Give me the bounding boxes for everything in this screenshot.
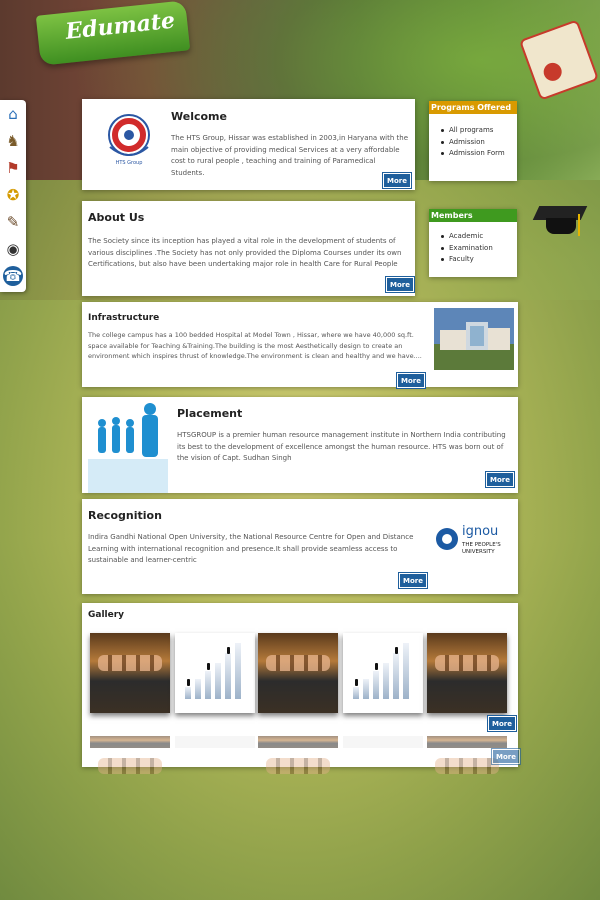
team-silhouette-image [88, 403, 168, 493]
award-icon[interactable]: ✪ [3, 185, 23, 205]
site-logo-text: Edumate [64, 7, 177, 45]
hts-group-logo: HTS Group [108, 114, 150, 166]
members-list: Academic Examination Faculty [441, 231, 493, 266]
gallery-reflection [258, 736, 338, 774]
gallery-photo-growth-chart-2[interactable] [343, 633, 423, 713]
gallery-title: Gallery [88, 610, 125, 620]
member-link-academic[interactable]: Academic [441, 231, 493, 243]
about-panel: About Us The Society since its inception… [82, 201, 415, 296]
program-link-admission[interactable]: Admission [441, 137, 505, 149]
ignou-logo: ignou THE PEOPLE'S UNIVERSITY [436, 524, 501, 555]
recognition-title: Recognition [88, 509, 162, 522]
gallery-panel: Gallery More More [82, 603, 520, 774]
member-link-faculty[interactable]: Faculty [441, 254, 493, 266]
clipboard-icon[interactable]: ✎ [3, 212, 23, 232]
infrastructure-panel: Infrastructure The college campus has a … [82, 302, 518, 388]
horse-icon[interactable]: ♞ [3, 131, 23, 151]
graduation-cap-image [530, 200, 590, 242]
placement-text: HTSGROUP is a premier human resource man… [177, 431, 506, 462]
gallery-photo-growth-chart-1[interactable] [175, 633, 255, 713]
gallery-photo-graduates-2[interactable] [258, 633, 338, 713]
recognition-more-button[interactable]: More [399, 573, 427, 588]
about-more-button[interactable]: More [386, 277, 414, 292]
side-icon-bar: ⌂ ♞ ⚑ ✪ ✎ ◉ ☎ [0, 100, 26, 292]
members-title: Members [429, 209, 517, 222]
welcome-more-button[interactable]: More [383, 173, 411, 188]
programs-offered-box: Programs Offered All programs Admission … [429, 101, 517, 181]
home-icon[interactable]: ⌂ [3, 104, 23, 124]
programs-offered-title: Programs Offered [429, 101, 517, 114]
gallery-reflection [427, 736, 507, 774]
placement-more-button[interactable]: More [486, 472, 514, 487]
gallery-reflection [90, 736, 170, 774]
about-text: The Society since its inception has play… [88, 237, 402, 268]
welcome-text: The HTS Group, Hissar was established in… [171, 134, 409, 177]
members-box: Members Academic Examination Faculty [429, 209, 517, 277]
placement-panel: Placement HTSGROUP is a premier human re… [82, 397, 518, 493]
infrastructure-more-button[interactable]: More [397, 373, 425, 388]
camera-icon[interactable]: ◉ [3, 239, 23, 259]
infrastructure-text: The college campus has a 100 bedded Hosp… [88, 331, 422, 360]
recognition-panel: Recognition Indira Gandhi National Open … [82, 499, 518, 594]
about-title: About Us [88, 211, 145, 224]
ignou-logo-text: ignou [462, 524, 498, 539]
gallery-photo-graduates-1[interactable] [90, 633, 170, 713]
program-link-admission-form[interactable]: Admission Form [441, 148, 505, 160]
running-icon[interactable]: ⚑ [3, 158, 23, 178]
hts-logo-caption: HTS Group [116, 160, 143, 166]
ignou-tagline-2: UNIVERSITY [462, 549, 495, 555]
programs-list: All programs Admission Admission Form [441, 125, 505, 160]
program-link-all[interactable]: All programs [441, 125, 505, 137]
ignou-tagline-1: THE PEOPLE'S [461, 542, 501, 548]
placement-title: Placement [177, 407, 243, 420]
campus-building-photo [434, 308, 514, 370]
gallery-reflection [343, 736, 423, 748]
gallery-more-button[interactable]: More [488, 716, 516, 731]
welcome-panel: HTS Group Welcome The HTS Group, Hissar … [82, 99, 415, 190]
welcome-title: Welcome [171, 110, 227, 123]
gallery-more-reflection: More [492, 749, 520, 764]
infrastructure-title: Infrastructure [88, 313, 160, 323]
recognition-text: Indira Gandhi National Open University, … [88, 533, 414, 564]
member-link-examination[interactable]: Examination [441, 243, 493, 255]
phone-icon[interactable]: ☎ [3, 266, 23, 286]
gallery-photo-graduates-3[interactable] [427, 633, 507, 713]
gallery-reflection [175, 736, 255, 748]
